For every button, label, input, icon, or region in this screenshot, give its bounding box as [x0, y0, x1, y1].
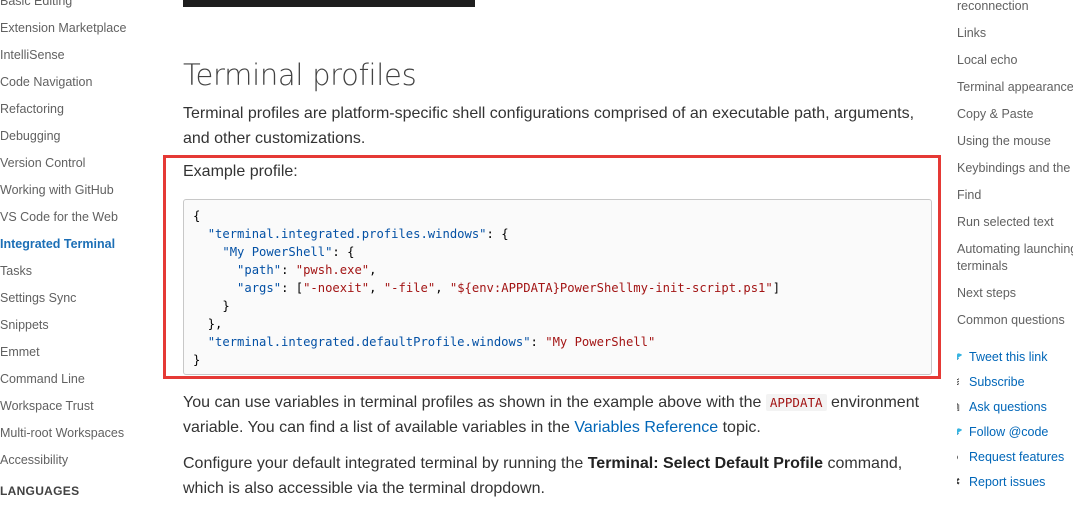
variables-reference-link[interactable]: Variables Reference: [574, 419, 718, 436]
nav-item-integrated-terminal[interactable]: Integrated Terminal: [0, 237, 115, 251]
rss-icon: ≋: [957, 374, 963, 390]
stackoverflow-icon: ⧉: [957, 399, 963, 415]
nav-item-working-with-github[interactable]: Working with GitHub: [0, 183, 114, 197]
nav-item-version-control[interactable]: Version Control: [0, 156, 85, 170]
social-link-subscribe[interactable]: ≋ Subscribe: [957, 374, 1025, 390]
social-link-tweet[interactable]: 🐦 Tweet this link: [957, 349, 1048, 365]
github-icon: ●: [957, 449, 963, 464]
nav-item-basic-editing[interactable]: Basic Editing: [0, 0, 72, 8]
nav-item-refactoring[interactable]: Refactoring: [0, 102, 64, 116]
toc-item-find[interactable]: Find: [957, 187, 981, 204]
nav-item-intellisense[interactable]: IntelliSense: [0, 48, 65, 62]
nav-section-heading-languages[interactable]: LANGUAGES: [0, 484, 79, 498]
example-highlight-box: [163, 155, 941, 379]
social-label: Follow @code: [969, 425, 1049, 439]
toc-item-keybindings[interactable]: Keybindings and the s: [957, 160, 1073, 177]
toc-item-local-echo[interactable]: Local echo: [957, 52, 1017, 69]
para-text: Configure your default integrated termin…: [183, 455, 584, 472]
nav-item-emmet[interactable]: Emmet: [0, 345, 40, 359]
nav-item-multi-root-workspaces[interactable]: Multi-root Workspaces: [0, 426, 124, 440]
social-label: Ask questions: [969, 400, 1047, 414]
toc-item-reconnection[interactable]: reconnection: [957, 0, 1029, 15]
social-link-ask-questions[interactable]: ⧉ Ask questions: [957, 399, 1047, 415]
nav-item-vscode-for-web[interactable]: VS Code for the Web: [0, 210, 118, 224]
social-link-report-issues[interactable]: ✱ Report issues: [957, 474, 1045, 490]
twitter-icon: 🐦: [957, 349, 963, 365]
right-toc-nav: reconnection Links Local echo Terminal a…: [957, 0, 1073, 505]
nav-item-accessibility[interactable]: Accessibility: [0, 453, 68, 467]
variables-paragraph: You can use variables in terminal profil…: [183, 390, 923, 440]
toc-item-automating-launching[interactable]: Automating launching: [957, 241, 1073, 258]
social-label: Subscribe: [969, 375, 1025, 389]
social-label: Report issues: [969, 475, 1046, 489]
default-profile-paragraph: Configure your default integrated termin…: [183, 451, 923, 501]
nav-item-command-line[interactable]: Command Line: [0, 372, 85, 386]
social-label: Request features: [969, 450, 1065, 464]
toc-item-next-steps[interactable]: Next steps: [957, 285, 1016, 302]
twitter-icon: 🐦: [957, 424, 963, 440]
nav-item-workspace-trust[interactable]: Workspace Trust: [0, 399, 94, 413]
nav-item-extension-marketplace[interactable]: Extension Marketplace: [0, 21, 126, 35]
previous-image-bottom-edge: [183, 0, 475, 7]
toc-item-copy-paste[interactable]: Copy & Paste: [957, 106, 1033, 123]
nav-item-snippets[interactable]: Snippets: [0, 318, 49, 332]
command-name: Terminal: Select Default Profile: [587, 455, 824, 472]
social-link-request-features[interactable]: ● Request features: [957, 449, 1064, 464]
toc-item-automating-launching-cont[interactable]: terminals: [957, 258, 1008, 275]
left-sidebar-nav: Basic Editing Extension Marketplace Inte…: [0, 0, 150, 505]
nav-item-tasks[interactable]: Tasks: [0, 264, 32, 278]
bug-icon: ✱: [957, 474, 963, 490]
toc-item-links[interactable]: Links: [957, 25, 986, 42]
social-label: Tweet this link: [969, 350, 1048, 364]
para-text: You can use variables in terminal profil…: [183, 394, 762, 411]
nav-item-settings-sync[interactable]: Settings Sync: [0, 291, 76, 305]
nav-item-code-navigation[interactable]: Code Navigation: [0, 75, 92, 89]
page-heading: Terminal profiles: [183, 58, 417, 92]
nav-item-debugging[interactable]: Debugging: [0, 129, 60, 143]
toc-item-run-selected-text[interactable]: Run selected text: [957, 214, 1054, 231]
toc-item-common-questions[interactable]: Common questions: [957, 312, 1065, 329]
toc-item-terminal-appearance[interactable]: Terminal appearance: [957, 79, 1073, 96]
inline-code-appdata: APPDATA: [765, 394, 827, 411]
intro-paragraph: Terminal profiles are platform-specific …: [183, 105, 915, 147]
para-text: topic.: [722, 419, 761, 436]
social-link-follow[interactable]: 🐦 Follow @code: [957, 424, 1048, 440]
toc-item-using-the-mouse[interactable]: Using the mouse: [957, 133, 1051, 150]
